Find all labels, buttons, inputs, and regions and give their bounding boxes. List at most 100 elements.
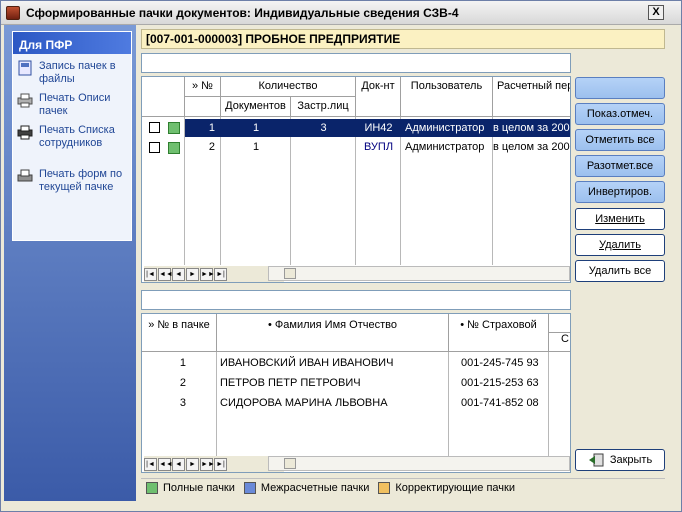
legend-label: Полные пачки (163, 481, 235, 494)
scroll-thumb[interactable] (284, 268, 296, 279)
left-panel: Для ПФР Запись пачек в файлы Печать Опис… (4, 25, 136, 501)
cell-num: 2 (208, 141, 215, 153)
employees-grid: » № в пачке • Фамилия Имя Отчество • № С… (141, 313, 571, 473)
legend-label: Межрасчетные пачки (260, 481, 370, 494)
task-print-inventory[interactable]: Печать Описи пачек (13, 86, 131, 118)
prev-record-button[interactable]: ◄ (172, 457, 185, 471)
first-record-button[interactable]: |◄ (144, 267, 157, 281)
cell-user: Администратор (405, 122, 485, 134)
cell-docs: 1 (252, 141, 260, 153)
grid-line (216, 352, 217, 456)
header-fio[interactable]: • Фамилия Имя Отчество (217, 314, 449, 352)
cell-snils: 001-215-253 63 (461, 377, 539, 389)
header-user[interactable]: Пользователь (401, 77, 493, 117)
prev-page-button[interactable]: ◄◄ (158, 267, 173, 281)
header-period[interactable]: Расчетный пер (493, 77, 570, 117)
top-filter-field[interactable] (141, 53, 571, 73)
header-pack-num[interactable]: » № в пачке (142, 314, 217, 352)
prev-page-button[interactable]: ◄◄ (158, 457, 173, 471)
legend-interim-packs: Межрасчетные пачки (243, 481, 370, 494)
scroll-thumb[interactable] (284, 458, 296, 469)
exit-icon (588, 453, 604, 467)
bottom-nav-bar: |◄ ◄◄ ◄ ► ►► ►| (144, 456, 284, 472)
cell-fio: ПЕТРОВ ПЕТР ПЕТРОВИЧ (220, 377, 361, 389)
close-button[interactable]: Закрыть (575, 449, 665, 471)
main-window: Сформированные пачки документов: Индивид… (0, 0, 682, 512)
printer-icon (17, 125, 33, 140)
task-write-files[interactable]: Запись пачек в файлы (13, 54, 131, 86)
close-window-button[interactable]: X (648, 5, 664, 20)
task-box-header: Для ПФР (13, 32, 131, 54)
full-pack-icon (168, 142, 180, 154)
show-marked-button[interactable]: Показ.отмеч. (575, 103, 665, 125)
app-icon (6, 5, 20, 20)
task-box: Для ПФР Запись пачек в файлы Печать Опис… (12, 31, 132, 241)
task-print-employees[interactable]: Печать Списка сотрудников (13, 118, 131, 150)
top-horizontal-scrollbar[interactable] (268, 266, 570, 281)
task-label[interactable]: Печать форм по текущей пачке (39, 168, 127, 194)
legend-label: Корректирующие пачки (395, 481, 515, 494)
cell-snils: 001-245-745 93 (461, 357, 539, 369)
header-insured[interactable]: Застр.лиц (291, 97, 356, 117)
legend-full-packs: Полные пачки (146, 481, 235, 494)
cell-pack-num: 2 (179, 377, 186, 389)
delete-button[interactable]: Удалить (575, 234, 665, 256)
cell-doc: ИН42 (364, 122, 393, 134)
cell-fio: СИДОРОВА МАРИНА ЛЬВОВНА (220, 397, 388, 409)
cell-pack-num: 1 (179, 357, 186, 369)
next-page-button[interactable]: ►► (200, 457, 215, 471)
green-pack-icon (146, 481, 158, 494)
blank-button[interactable] (575, 77, 665, 99)
bottom-filter-field[interactable] (141, 290, 571, 310)
delete-all-button[interactable]: Удалить все (575, 260, 665, 282)
cell-snils: 001-741-852 08 (461, 397, 539, 409)
task-label[interactable]: Печать Описи пачек (39, 92, 127, 118)
full-pack-icon (168, 122, 180, 134)
cell-docs: 1 (252, 122, 260, 134)
print-forms-icon (17, 169, 33, 182)
cell-fio: ИВАНОВСКИЙ ИВАН ИВАНОВИЧ (220, 357, 394, 369)
mark-all-button[interactable]: Отметить все (575, 129, 665, 151)
header-num-sub (185, 97, 221, 117)
cell-period: в целом за 200 (493, 141, 570, 153)
blue-pack-icon (243, 481, 256, 494)
prev-record-button[interactable]: ◄ (172, 267, 185, 281)
first-record-button[interactable]: |◄ (144, 457, 157, 471)
next-record-button[interactable]: ► (186, 457, 199, 471)
window-title: Сформированные пачки документов: Индивид… (26, 5, 459, 20)
last-record-button[interactable]: ►| (214, 267, 227, 281)
header-doc[interactable]: Док-нт (356, 77, 401, 117)
task-print-forms[interactable]: Печать форм по текущей пачке (13, 162, 131, 194)
yellow-pack-icon (378, 481, 391, 494)
header-extra-top (549, 314, 570, 333)
grid-line (448, 352, 449, 456)
top-nav-bar: |◄ ◄◄ ◄ ► ►► ►| (144, 266, 284, 282)
bottom-horizontal-scrollbar[interactable] (268, 456, 570, 471)
last-record-button[interactable]: ►| (214, 457, 227, 471)
legend-bar: Полные пачки Межрасчетные пачки Корректи… (141, 478, 665, 496)
title-bar: Сформированные пачки документов: Индивид… (1, 1, 681, 25)
header-extra[interactable]: С (549, 333, 570, 352)
header-check (142, 77, 185, 117)
edit-button[interactable]: Изменить (575, 208, 665, 230)
task-label[interactable]: Запись пачек в файлы (39, 60, 127, 86)
unmark-all-button[interactable]: Разотмет.все (575, 155, 665, 177)
row-checkbox[interactable] (149, 122, 160, 133)
next-record-button[interactable]: ► (186, 267, 199, 281)
header-snils[interactable]: • № Страховой (449, 314, 549, 352)
packs-grid: » № Количество Документов Застр.лиц Док-… (141, 76, 571, 283)
header-documents[interactable]: Документов (221, 97, 291, 117)
header-num[interactable]: » № (185, 77, 221, 97)
printer-icon (17, 93, 33, 108)
task-label[interactable]: Печать Списка сотрудников (39, 124, 127, 150)
organization-bar: [007-001-000003] ПРОБНОЕ ПРЕДПРИЯТИЕ (141, 29, 665, 49)
legend-correction-packs: Корректирующие пачки (378, 481, 515, 494)
row-checkbox[interactable] (149, 142, 160, 153)
invert-button[interactable]: Инвертиров. (575, 181, 665, 203)
next-page-button[interactable]: ►► (200, 267, 215, 281)
save-files-icon (18, 60, 32, 76)
cell-num: 1 (208, 122, 215, 134)
cell-doc: ВУПЛ (363, 141, 394, 153)
cell-pack-num: 3 (179, 397, 186, 409)
cell-period: в целом за 200 (493, 122, 570, 134)
